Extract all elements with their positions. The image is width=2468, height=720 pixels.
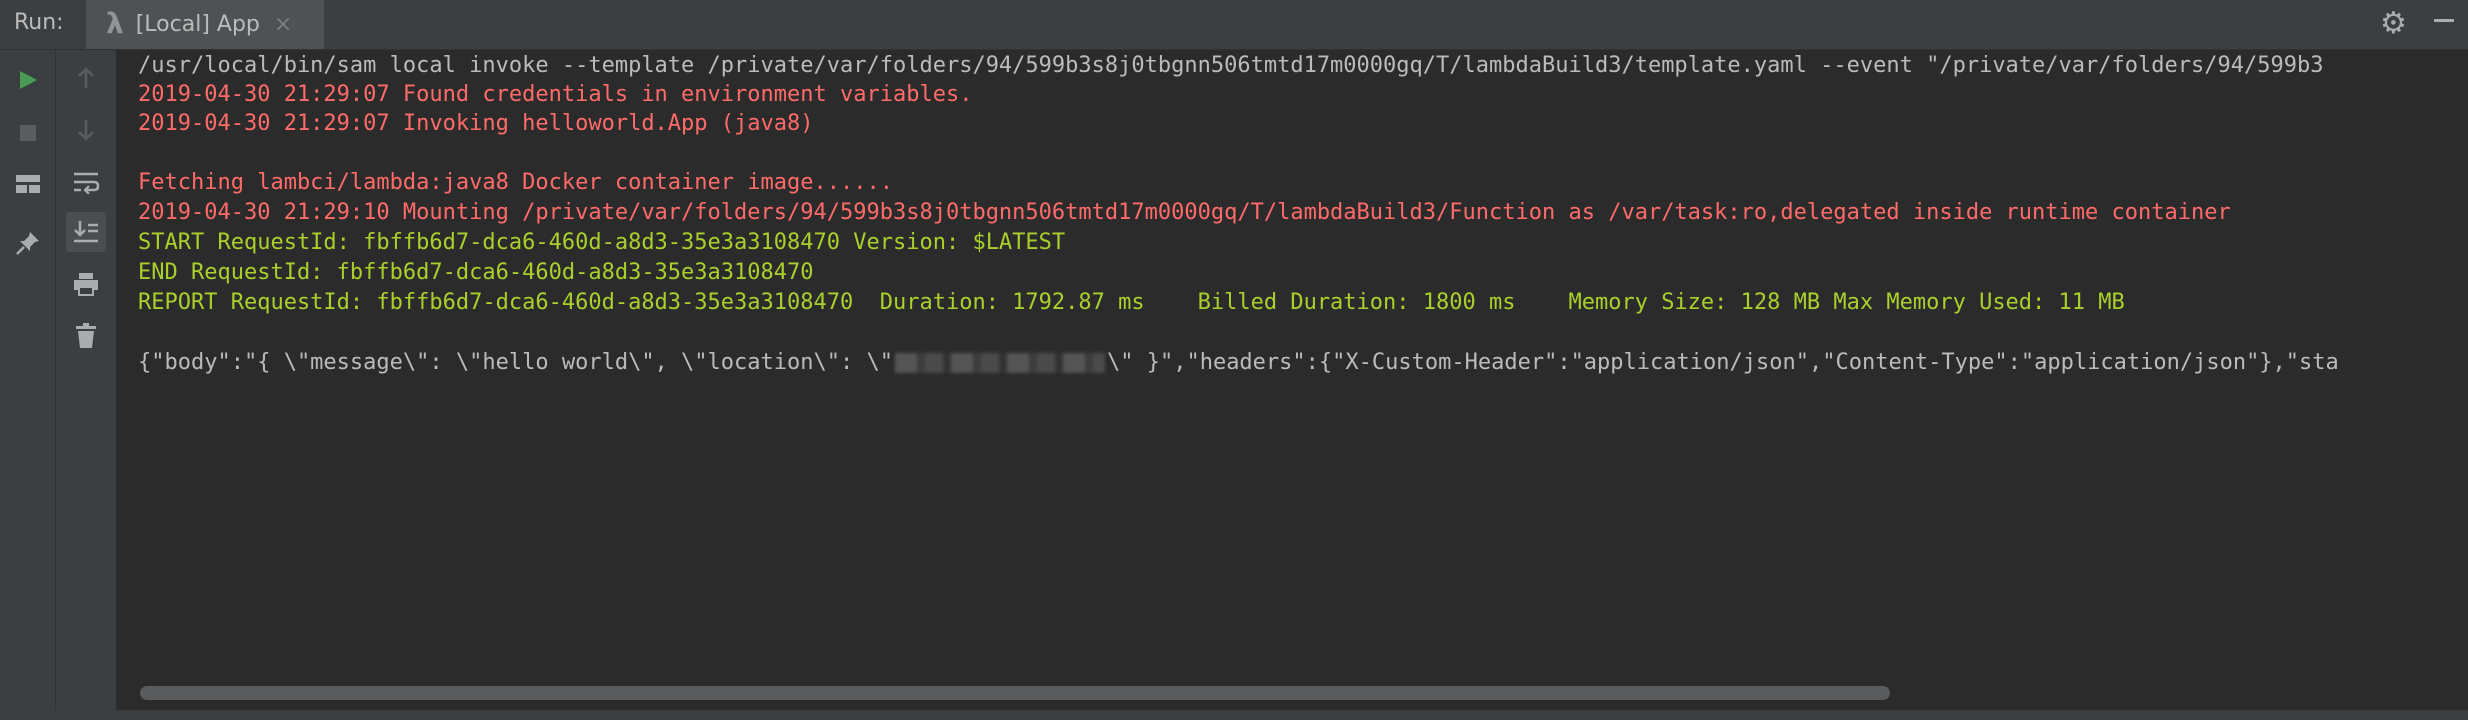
console-line-end: END RequestId: fbffb6d7-dca6-460d-a8d3-3… [138,260,814,285]
stop-icon [20,125,36,141]
response-text-start: {"body":"{ \"message\": \"hello world\",… [138,350,893,375]
close-tab-icon[interactable]: × [274,12,292,37]
horizontal-scrollbar-thumb[interactable] [140,686,1890,700]
restore-layout-button[interactable] [8,164,48,204]
scroll-to-end-button[interactable] [66,212,106,252]
up-arrow-icon [78,67,94,88]
minimize-icon[interactable] [2434,19,2454,22]
run-toolbar-primary [0,50,56,720]
soft-wrap-button[interactable] [66,162,106,202]
run-tool-window-header: Run: λ [Local] App × ⚙ [0,0,2468,50]
stop-button[interactable] [8,113,48,153]
run-toolbar-secondary [56,50,117,720]
response-text-end: \" }","headers":{"X-Custom-Header":"appl… [1106,350,2339,375]
console-line-fetching: Fetching lambci/lambda:java8 Docker cont… [138,170,893,195]
soft-wrap-icon [74,172,100,194]
print-icon [74,273,98,296]
console-line-command: /usr/local/bin/sam local invoke --templa… [138,53,2324,78]
down-arrow-icon [78,120,94,141]
console-output[interactable]: /usr/local/bin/sam local invoke --templa… [117,50,2468,680]
console-line-invoking: 2019-04-30 21:29:07 Invoking helloworld.… [138,111,814,136]
tab-label: [Local] App [135,12,260,37]
next-occurrence-button[interactable] [66,110,106,150]
redacted-location [894,353,1105,373]
lambda-icon: λ [106,7,124,40]
scroll-to-end-icon [74,221,98,243]
pin-tab-button[interactable] [8,223,48,263]
print-button[interactable] [66,264,106,304]
run-label: Run: [14,10,64,35]
clear-all-button[interactable] [66,316,106,356]
console-line-credentials: 2019-04-30 21:29:07 Found credentials in… [138,82,973,107]
gear-icon[interactable]: ⚙ [2380,6,2407,41]
bottom-border [0,710,2468,720]
console-line-report: REPORT RequestId: fbffb6d7-dca6-460d-a8d… [138,290,2125,315]
previous-occurrence-button[interactable] [66,58,106,98]
console-line-mounting: 2019-04-30 21:29:10 Mounting /private/va… [138,200,2231,225]
layout-icon [16,175,40,193]
console-line-response: {"body":"{ \"message\": \"hello world\",… [138,348,2339,378]
rerun-button[interactable] [8,60,48,100]
pin-icon [16,232,39,255]
trash-icon [76,323,96,348]
console-line-start: START RequestId: fbffb6d7-dca6-460d-a8d3… [138,230,1066,255]
tab-local-app[interactable]: λ [Local] App × [86,0,324,49]
run-icon [20,71,37,89]
